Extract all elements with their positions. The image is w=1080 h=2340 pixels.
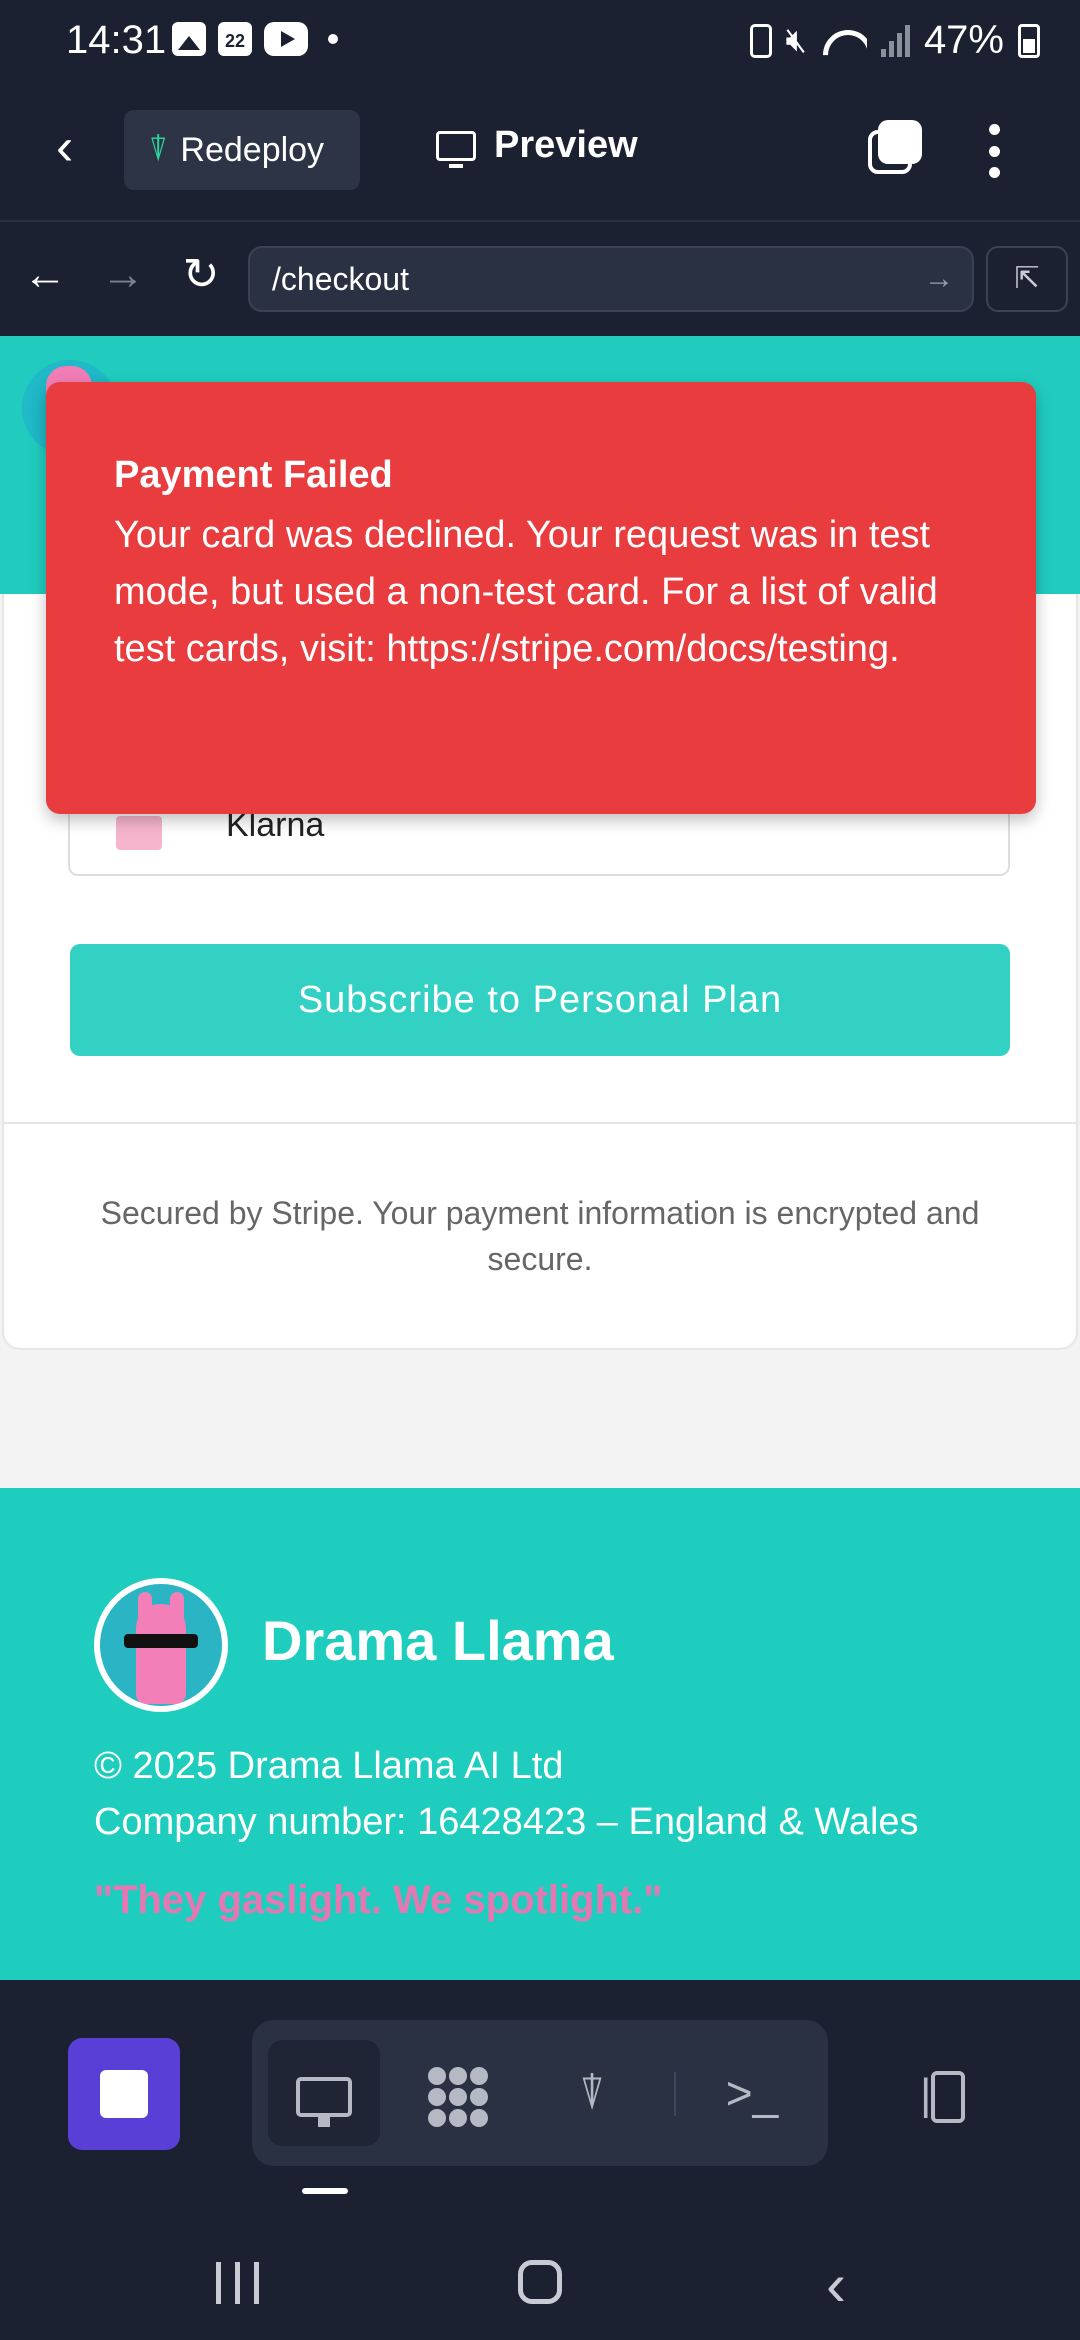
recents-button[interactable] — [216, 2262, 259, 2304]
signal-icon — [880, 24, 910, 57]
footer-legal: © 2025 Drama Llama AI Ltd Company number… — [94, 1738, 919, 1850]
battery-saver-icon — [749, 23, 772, 58]
notification-icons: 22 — [172, 22, 338, 56]
klarna-icon — [116, 816, 162, 850]
site-footer: Drama Llama © 2025 Drama Llama AI Ltd Co… — [0, 1488, 1080, 1980]
monitor-icon — [436, 130, 476, 168]
browser-back-icon[interactable]: ← — [20, 250, 70, 300]
notification-dot — [328, 34, 338, 44]
more-options-icon[interactable] — [988, 124, 1000, 178]
footer-brand: Drama Llama — [262, 1609, 614, 1672]
panel-toggle-icon[interactable]: | — [920, 2070, 966, 2124]
wifi-icon — [821, 24, 867, 58]
gallery-icon — [172, 22, 206, 56]
tagline: "They gaslight. We spotlight." — [94, 1878, 663, 1922]
payment-error-toast[interactable]: Payment Failed Your card was declined. Y… — [46, 382, 1036, 814]
tabs-switcher-icon[interactable] — [868, 120, 922, 174]
deploy-icon[interactable]: ⍒ — [536, 2040, 648, 2146]
divider — [2, 1122, 1078, 1124]
browser-bar: ← → ↻ /checkout → ⇱ — [0, 222, 1080, 336]
toast-title: Payment Failed — [114, 454, 393, 496]
battery-icon — [1018, 23, 1040, 58]
company-number: Company number: 16428423 – England & Wal… — [94, 1801, 919, 1843]
go-arrow-icon[interactable]: → — [924, 248, 954, 310]
antenna-icon: ⍒ — [148, 130, 169, 169]
home-button[interactable] — [518, 2260, 562, 2304]
reload-icon[interactable]: ↻ — [176, 250, 226, 300]
tool-separator — [674, 2072, 676, 2116]
system-icons: 🔇︎ 47% — [749, 18, 1040, 63]
tool-switcher: ⍒ >_ — [252, 2020, 828, 2166]
preview-icon[interactable] — [268, 2040, 380, 2146]
preview-label: Preview — [494, 124, 638, 166]
terminal-icon[interactable]: >_ — [696, 2040, 808, 2146]
status-bar: 14:31 22 🔇︎ 47% — [0, 0, 1080, 84]
system-back-button[interactable]: ‹ — [826, 2250, 846, 2319]
system-nav-bar: ‹ — [0, 2220, 1080, 2340]
back-button[interactable]: ‹ — [56, 121, 106, 173]
url-input[interactable]: /checkout → — [248, 246, 974, 312]
modules-icon[interactable] — [402, 2040, 514, 2146]
toast-message: Your card was declined. Your request was… — [114, 514, 938, 670]
sunglasses-icon — [124, 1634, 198, 1648]
footer-logo — [94, 1578, 228, 1712]
status-time: 14:31 — [66, 18, 167, 62]
subscribe-button[interactable]: Subscribe to Personal Plan — [70, 944, 1010, 1056]
url-text: /checkout — [272, 261, 409, 297]
mute-icon: 🔇︎ — [785, 21, 807, 59]
stop-button[interactable] — [68, 2038, 180, 2150]
secure-note: Secured by Stripe. Your payment informat… — [100, 1195, 980, 1277]
copyright: © 2025 Drama Llama AI Ltd — [94, 1745, 564, 1787]
calendar-icon: 22 — [218, 22, 252, 56]
browser-forward-icon[interactable]: → — [98, 250, 148, 300]
redeploy-label: Redeploy — [180, 130, 325, 169]
app-header: ‹ ⍒ Redeploy Preview — [0, 84, 1080, 222]
battery-percent: 47% — [923, 18, 1004, 62]
open-external-icon[interactable]: ⇱ — [986, 246, 1068, 312]
active-tool-indicator — [302, 2188, 348, 2194]
youtube-icon — [264, 22, 308, 56]
redeploy-button[interactable]: ⍒ Redeploy — [124, 110, 360, 190]
preview-tab[interactable]: Preview — [436, 124, 638, 168]
